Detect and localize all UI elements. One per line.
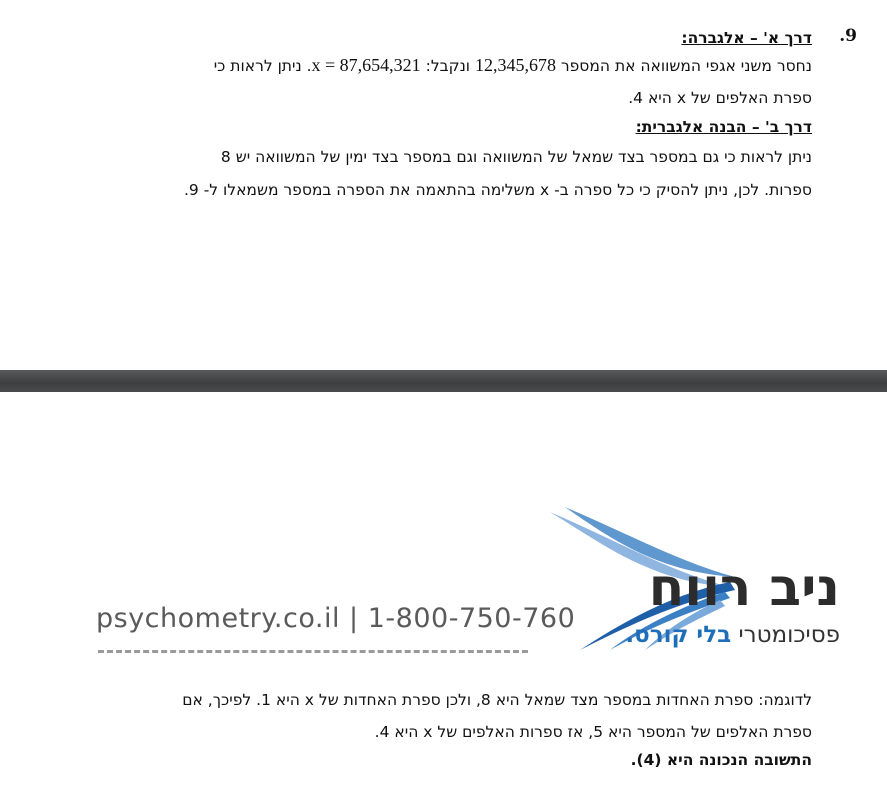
brand-name: ניב רווח — [648, 558, 840, 618]
website-url: psychometry.co.il — [96, 603, 340, 634]
dashed-rule — [98, 650, 528, 653]
phone-number: 1-800-750-760 — [367, 603, 576, 634]
page-separator — [0, 370, 887, 392]
example-line-1: לדוגמה: ספרת האחדות במספר מצד שמאל היא 8… — [182, 691, 812, 709]
correct-answer: התשובה הנכונה היא (4). — [630, 751, 812, 769]
way-a-line-1-a: נחסר משני אגפי המשוואה את המספר — [555, 57, 812, 75]
way-a-equation: x = 87,654,321 — [311, 55, 421, 75]
tagline-plain: פסיכומטרי — [731, 622, 840, 648]
solution-page-bottom: ניב רווח פסיכומטרי בלי קורס. psychometry… — [0, 392, 887, 786]
way-a-line-1: נחסר משני אגפי המשוואה את המספר 12,345,6… — [214, 55, 812, 76]
brand-tagline: פסיכומטרי בלי קורס. — [625, 622, 840, 648]
way-a-line-1-c: . ניתן לראות כי — [213, 57, 312, 75]
tagline-accent: בלי קורס. — [625, 622, 732, 648]
example-line-2: ספרת האלפים של המספר היא 5, אז ספרות האל… — [374, 723, 812, 741]
brand-logo: ניב רווח פסיכומטרי בלי קורס. psychometry… — [90, 500, 850, 660]
way-a-line-2: ספרת האלפים של x היא 4. — [628, 89, 812, 107]
way-b-line-1: ניתן לראות כי גם במספר בצד שמאל של המשוו… — [220, 148, 812, 166]
way-a-line-1-b: ונקבל: — [420, 57, 475, 75]
way-b-line-2: ספרות. לכן, ניתן להסיק כי כל ספרה ב- x מ… — [183, 181, 812, 199]
contact-divider: | — [349, 603, 359, 634]
way-b-title: דרך ב' – הבנה אלגברית: — [635, 118, 812, 136]
solution-page-top: .9 דרך א' – אלגברה: נחסר משני אגפי המשוו… — [0, 0, 887, 370]
question-number: .9 — [839, 26, 857, 46]
way-a-title: דרך א' – אלגברה: — [681, 29, 812, 47]
contact-line: psychometry.co.il | 1-800-750-760 — [96, 603, 575, 634]
way-a-number: 12,345,678 — [474, 55, 556, 75]
